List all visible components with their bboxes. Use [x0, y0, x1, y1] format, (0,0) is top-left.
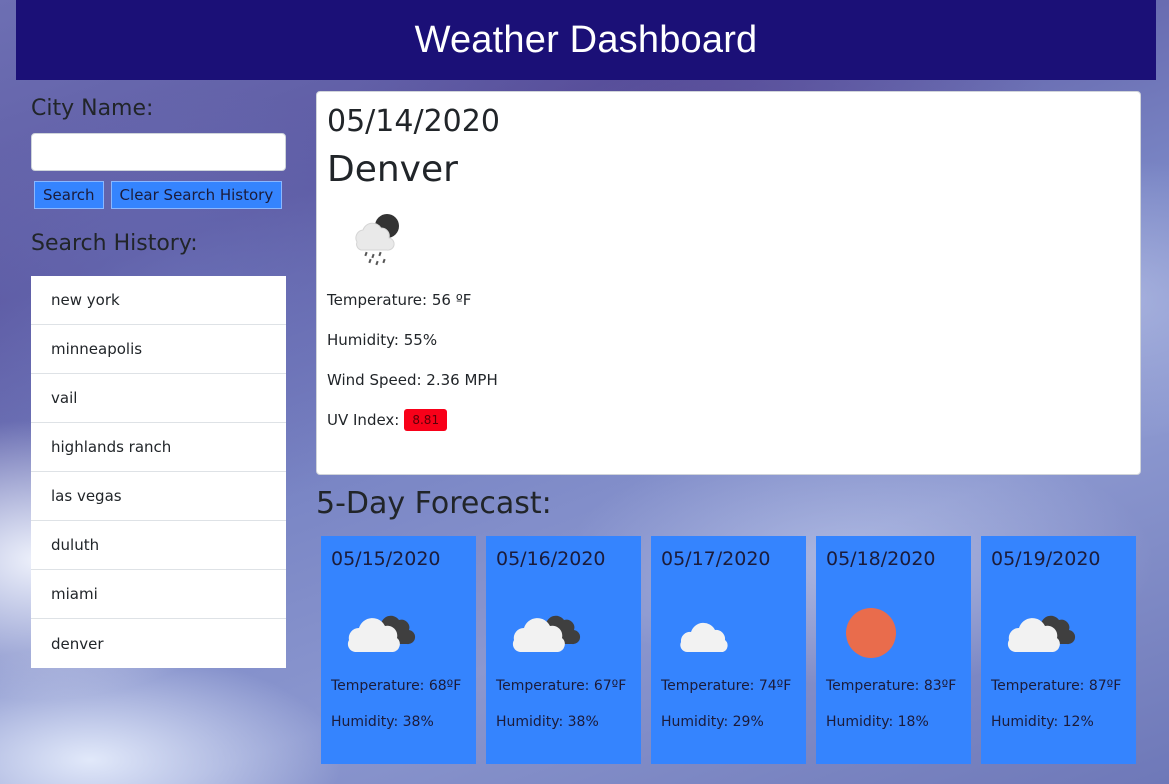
forecast-card: 05/16/2020 Temperature: 67ºF Humidity: 3… [486, 536, 641, 764]
forecast-humidity: Humidity: 38% [496, 714, 599, 730]
clear-history-button[interactable]: Clear Search History [110, 181, 283, 209]
city-search-input[interactable] [31, 133, 286, 171]
city-name-label: City Name: [31, 96, 154, 121]
forecast-humidity: Humidity: 12% [991, 714, 1094, 730]
forecast-title: 5-Day Forecast: [316, 486, 552, 521]
current-city: Denver [327, 149, 458, 190]
current-uv-row: UV Index: 8.81 [327, 400, 1130, 440]
current-weather-card: 05/14/2020 Denver Temperature: 56 ºF Hum… [316, 91, 1141, 475]
forecast-temperature: Temperature: 87ºF [991, 678, 1122, 694]
forecast-humidity: Humidity: 38% [331, 714, 434, 730]
forecast-temperature: Temperature: 74ºF [661, 678, 792, 694]
forecast-humidity: Humidity: 29% [661, 714, 764, 730]
forecast-temperature: Temperature: 83ºF [826, 678, 957, 694]
forecast-date: 05/17/2020 [661, 548, 771, 570]
search-history-list: new york minneapolis vail highlands ranc… [31, 276, 286, 668]
sun-icon [846, 608, 896, 658]
search-history-label: Search History: [31, 231, 198, 256]
history-item[interactable]: duluth [31, 521, 286, 570]
search-button-row: Search Clear Search History [34, 181, 286, 209]
page-title: Weather Dashboard [414, 18, 758, 61]
uv-index-label: UV Index: [327, 411, 400, 429]
forecast-date: 05/16/2020 [496, 548, 606, 570]
history-item[interactable]: miami [31, 570, 286, 619]
forecast-date: 05/19/2020 [991, 548, 1101, 570]
current-date: 05/14/2020 [327, 104, 500, 139]
broken-clouds-icon [512, 615, 581, 652]
history-item[interactable]: minneapolis [31, 325, 286, 374]
uv-index-badge: 8.81 [404, 409, 448, 431]
broken-clouds-icon [347, 615, 416, 652]
app-header: Weather Dashboard [16, 0, 1156, 80]
forecast-date: 05/18/2020 [826, 548, 936, 570]
forecast-card: 05/18/2020 Temperature: 83ºF Humidity: 1… [816, 536, 971, 764]
sidebar: City Name: Search Clear Search History S… [31, 96, 286, 668]
rain-night-icon [355, 214, 399, 266]
current-wind-speed: Wind Speed: 2.36 MPH [327, 371, 498, 389]
history-item[interactable]: new york [31, 276, 286, 325]
forecast-card: 05/15/2020 Temperature: 68ºF Humidity: 3… [321, 536, 476, 764]
history-item[interactable]: denver [31, 619, 286, 668]
forecast-date: 05/15/2020 [331, 548, 441, 570]
history-item[interactable]: vail [31, 374, 286, 423]
forecast-card: 05/17/2020 Temperature: 74ºF Humidity: 2… [651, 536, 806, 764]
history-item[interactable]: las vegas [31, 472, 286, 521]
forecast-temperature: Temperature: 68ºF [331, 678, 462, 694]
forecast-card: 05/19/2020 Temperature: 87ºF Humidity: 1… [981, 536, 1136, 764]
forecast-row: 05/15/2020 Temperature: 68ºF Humidity: 3… [321, 536, 1136, 764]
search-button[interactable]: Search [34, 181, 104, 209]
current-humidity: Humidity: 55% [327, 331, 438, 349]
forecast-humidity: Humidity: 18% [826, 714, 929, 730]
cloud-icon [680, 622, 728, 652]
history-item[interactable]: highlands ranch [31, 423, 286, 472]
current-temperature: Temperature: 56 ºF [327, 291, 472, 309]
forecast-temperature: Temperature: 67ºF [496, 678, 627, 694]
broken-clouds-icon [1007, 615, 1076, 652]
